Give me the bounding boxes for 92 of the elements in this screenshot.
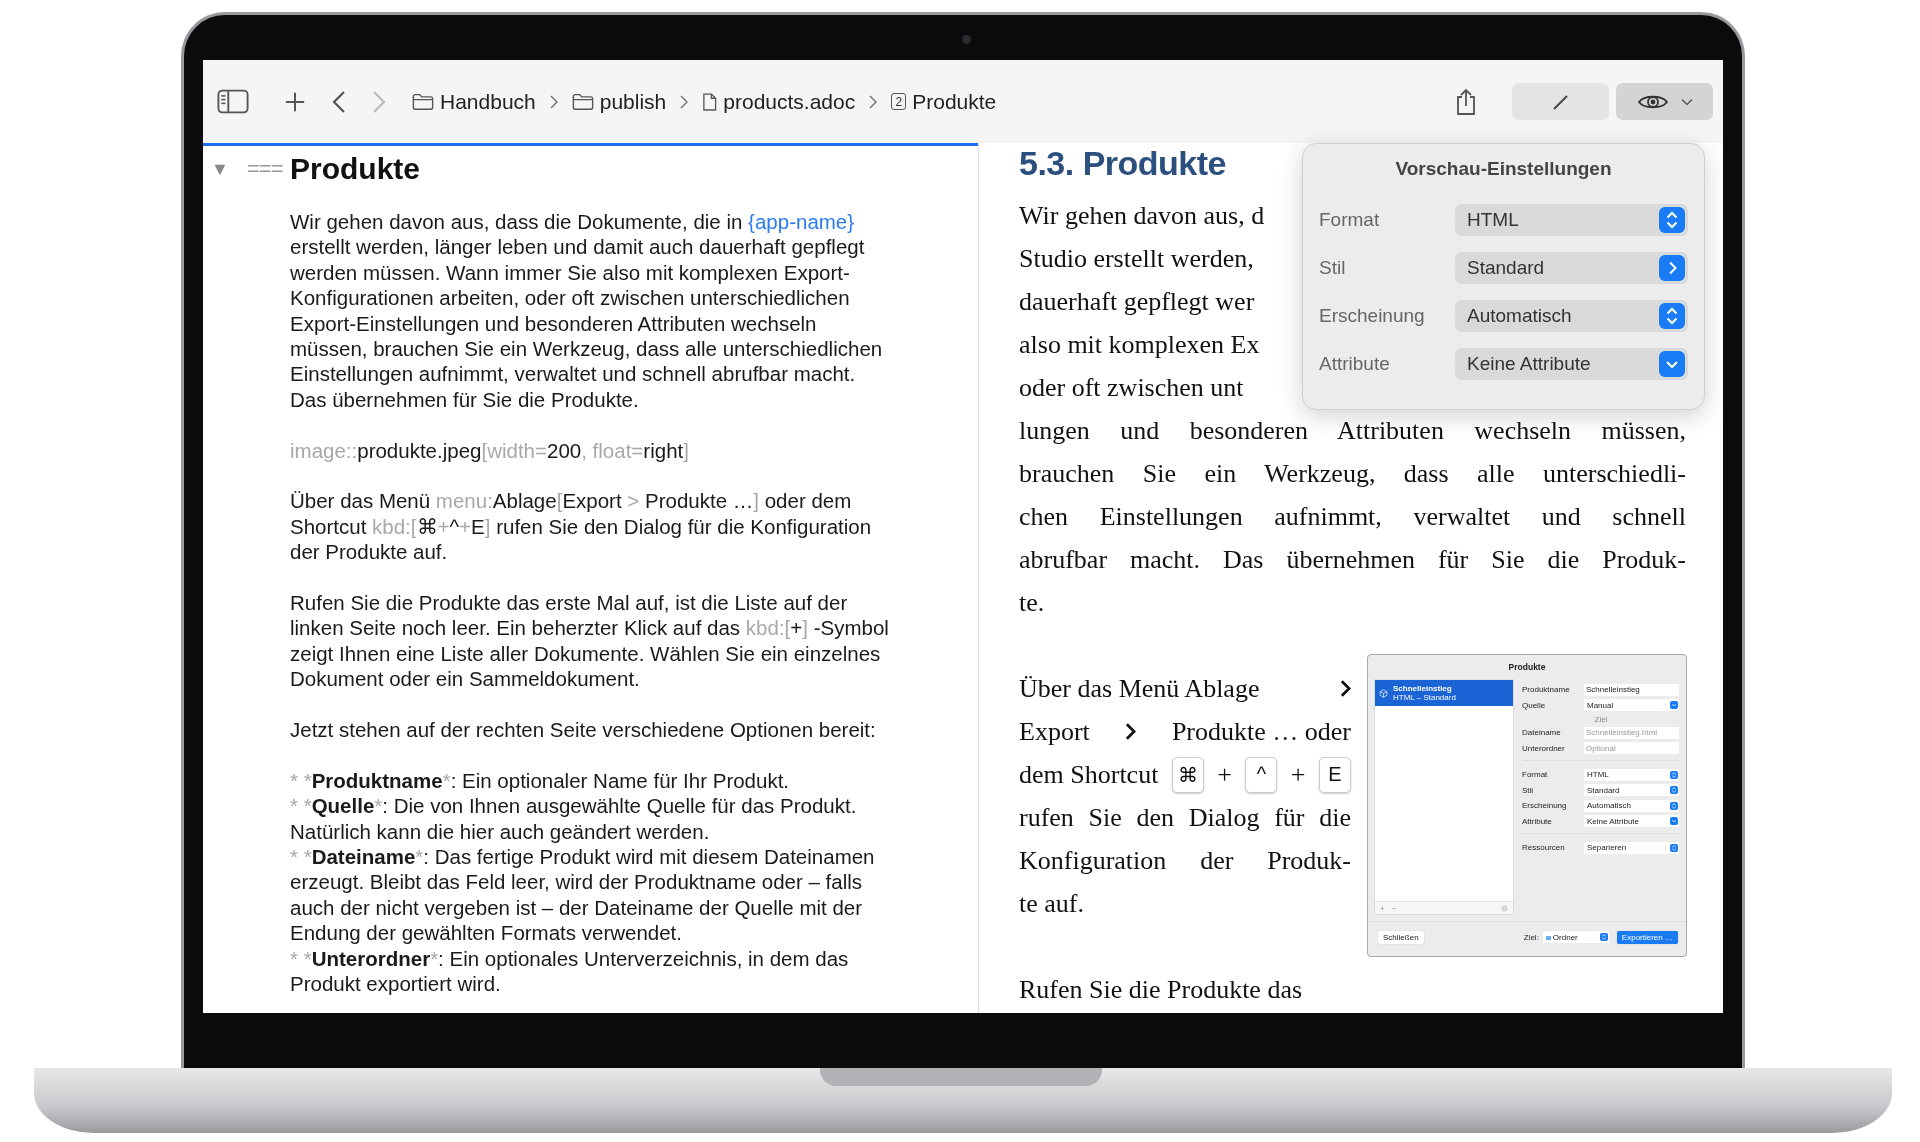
chevron-icon	[680, 94, 689, 109]
section-label: Ziel	[1594, 714, 1608, 724]
chevron-down-icon	[1670, 701, 1678, 710]
popup-button[interactable]: Manual	[1584, 699, 1679, 712]
keyboard-key: ⌘	[1171, 756, 1204, 793]
fold-marker[interactable]: ▼	[211, 158, 239, 180]
body-text: Produkte … oder	[1171, 716, 1351, 747]
body-text: Rufen Sie die Produkte das	[1019, 974, 1304, 1006]
target-popup[interactable]: Ordner	[1542, 931, 1609, 943]
preview-heading: 5.3. Produkte	[1019, 145, 1226, 181]
text-field[interactable]: Optional	[1584, 742, 1679, 755]
folder-icon	[412, 93, 434, 110]
sidebar-icon[interactable]	[217, 89, 249, 114]
popup-button[interactable]: Automatisch	[1584, 799, 1679, 812]
popup-button[interactable]: Automatisch	[1455, 300, 1688, 332]
section-number: 2	[891, 93, 907, 110]
paragraph: * *Produktname*: Ein optionaler Name für Ihr Produkt. * *Quelle*: Die von Ihnen ausgewählte Quelle für das Produkt. Natürlich kann die hier auch geändert werden. * *Dateiname*: Das fertige Produkt wird mit diesem Dateinamen erzeugt. Bleibt das Feld leer, wird der Produktname oder – falls auch der nicht vergeben ist – der Dateiname der Quelle mit der Endung der gewählten Formats verwendet. * *Unterordner*: Ein optionales Unterverzeichnis, in dem das Produkt exportiert wird.	[290, 767, 876, 997]
chevron-down-icon	[1659, 351, 1685, 377]
text-line: te.	[1019, 587, 1045, 619]
text-field[interactable]: Schnelleinstieg.html	[1584, 726, 1679, 739]
back-icon[interactable]	[332, 89, 346, 114]
body-text: Über das Menü Ablage	[1019, 673, 1260, 704]
chevron-icon	[549, 94, 558, 109]
paragraph: Über das Menü menu:Ablage[Export > Produkte …] oder dem Shortcut kbd:[⌘+^+E] rufen Sie den Dialog für die Konfiguration der Produkte auf.	[290, 488, 873, 565]
chevron-right-icon	[1659, 255, 1685, 281]
field-label: Produktname	[1522, 685, 1571, 695]
body-text: +	[1290, 759, 1306, 790]
field-label: Attribute	[1522, 816, 1553, 826]
text-line: lungen und besonderen Attributen wechseln müssen,	[1019, 415, 1686, 447]
chevron-icon	[1125, 722, 1137, 741]
chevron-icon	[869, 94, 878, 109]
popup-button[interactable]: HTML	[1584, 768, 1679, 781]
dialog-title: Produkte	[1507, 661, 1547, 674]
export-button[interactable]: Exportieren …	[1616, 930, 1678, 944]
plus-icon[interactable]	[284, 90, 306, 113]
close-button[interactable]: Schließen	[1378, 930, 1424, 944]
field-label: Stil	[1522, 785, 1535, 795]
text-line: abrufbar macht. Das übernehmen für Sie die Produk-	[1019, 544, 1686, 576]
paragraph: Wir gehen davon aus, dass die Dokumente, die in {app-name} erstellt werden, länger leben und damit auch dauerhaft gepflegt werden müssen. Wann immer Sie also mit komplexen Export- Konfigurationen arbeiten, oder oft zwischen unterschiedlichen Export-Einstellungen und besonderen Attributen wechseln müssen, brauchen Sie ein Werkzeug, dass alle unterschiedlichen Einstellungen aufnimmt, verwaltet und schnell abrufbar macht. Das übernehmen für Sie die Produkte.	[290, 209, 884, 413]
field-label: Erscheinung	[1522, 801, 1568, 811]
text-line: Studio erstellt werden,	[1019, 243, 1254, 275]
field-label: Unterordner	[1522, 743, 1566, 753]
list-item[interactable]: Schnelleinstieg HTML – Standard	[1375, 680, 1513, 706]
share-icon[interactable]	[1455, 87, 1477, 116]
popup-button[interactable]: Standard	[1584, 784, 1679, 797]
text-line: dauerhaft gepflegt wer	[1019, 286, 1255, 318]
popup-button[interactable]: Keine Attribute	[1584, 815, 1679, 828]
body-text: te auf.	[1019, 888, 1084, 919]
caret-icon	[1680, 97, 1693, 106]
chevron-down-icon	[1670, 817, 1678, 826]
setting-label: Erscheinung	[1319, 305, 1426, 327]
body-text: rufen Sie den Dialog für die	[1019, 802, 1351, 833]
breadcrumb-item[interactable]: products.adoc	[723, 89, 856, 114]
keyboard-key: E	[1319, 756, 1351, 793]
text-line: chen Einstellungen aufnimmt, verwaltet und schnell	[1019, 501, 1686, 533]
body-text: Export	[1019, 716, 1090, 747]
setting-label: Attribute	[1319, 353, 1391, 375]
text-line: also mit komplexen Ex	[1019, 329, 1260, 361]
editor-heading: Produkte	[290, 152, 421, 186]
heading-marker: ===	[247, 156, 284, 182]
breadcrumb-item[interactable]: Produkte	[912, 89, 997, 114]
paragraph: image::produkte.jpeg[width=200, float=right]	[290, 437, 690, 464]
text-field[interactable]: Schnelleinstieg	[1584, 683, 1679, 696]
target-label: Ziel:	[1523, 932, 1539, 942]
text-line: brauchen Sie ein Werkzeug, dass alle unterschiedli-	[1019, 458, 1686, 490]
camera-icon	[962, 35, 971, 44]
popup-button[interactable]: Standard	[1455, 252, 1688, 284]
breadcrumb-item[interactable]: Handbuch	[440, 89, 536, 114]
body-text: Konfiguration der Produk-	[1019, 845, 1351, 876]
body-text: dem Shortcut	[1019, 759, 1159, 790]
body-text: +	[1217, 759, 1232, 790]
cube-icon	[1379, 688, 1388, 698]
field-label: Dateiname	[1522, 728, 1562, 738]
paragraph: Jetzt stehen auf der rechten Seite verschiedene Optionen bereit:	[290, 717, 877, 743]
preview-button[interactable]	[1616, 83, 1713, 120]
text-line: Wir gehen davon aus, d	[1019, 200, 1265, 232]
paragraph: Rufen Sie die Produkte das erste Mal auf, ist die Liste auf der linken Seite noch leer. Ein beherzter Klick auf das kbd:[+] -Symbol zeigt Ihnen eine Liste aller Dokumente. Wählen Sie ein einzelnes Dokument oder ein Sammeldokument.	[290, 590, 890, 692]
setting-label: Stil	[1319, 257, 1347, 279]
folder-icon	[571, 93, 594, 110]
field-label: Ressourcen	[1522, 843, 1566, 853]
popup-button[interactable]: Keine Attribute	[1455, 348, 1688, 380]
text-line: oder oft zwischen unt	[1019, 372, 1244, 404]
chevron-icon	[1340, 679, 1351, 698]
popup-button[interactable]: Separieren	[1584, 841, 1679, 854]
keyboard-key: ^	[1245, 756, 1278, 793]
breadcrumb-item[interactable]: publish	[599, 89, 667, 114]
setting-label: Format	[1319, 209, 1381, 231]
popover-title: Vorschau-Einstellungen	[1394, 158, 1613, 181]
field-label: Format	[1522, 770, 1549, 780]
popup-button[interactable]: HTML	[1455, 204, 1688, 236]
document-icon	[702, 91, 718, 112]
field-label: Quelle	[1522, 700, 1547, 710]
